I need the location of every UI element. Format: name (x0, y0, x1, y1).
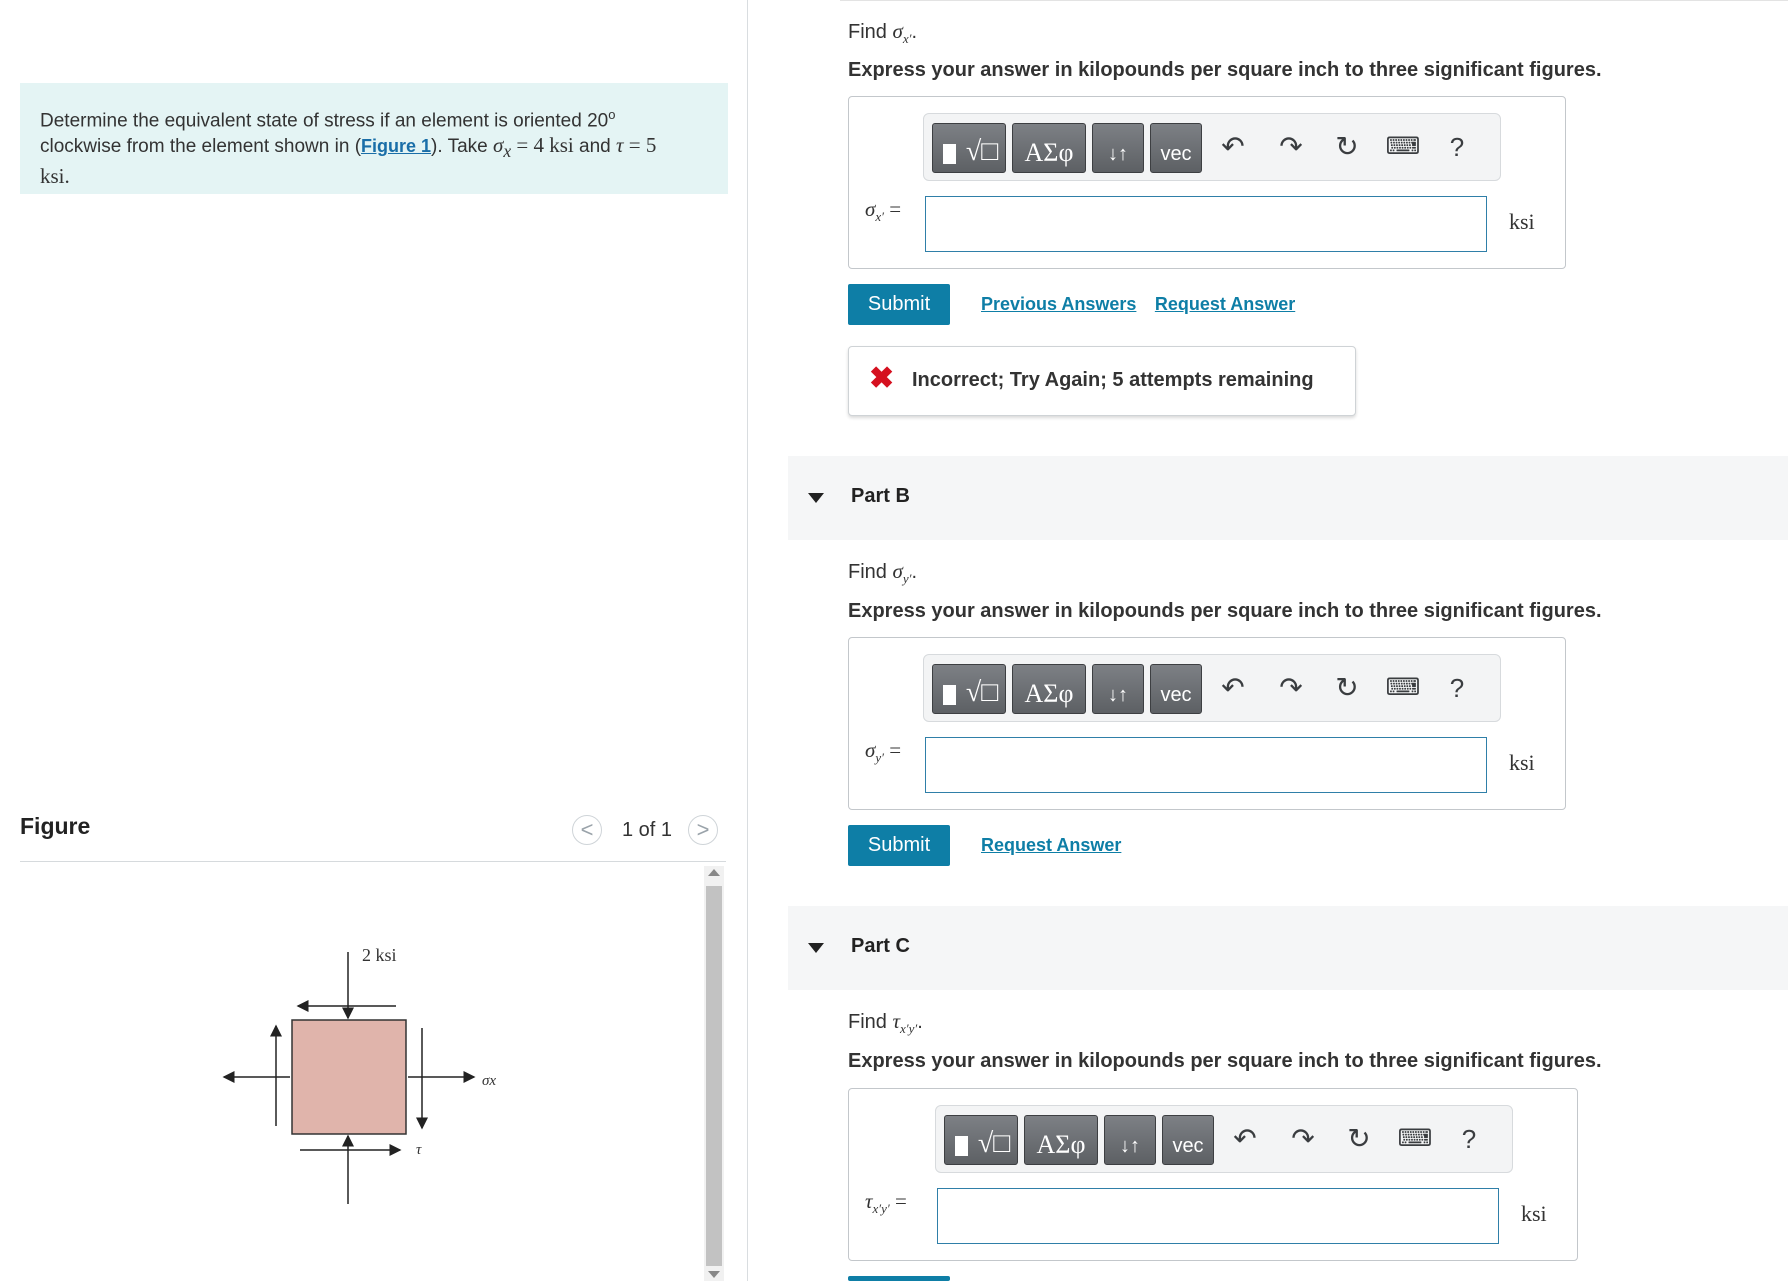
math-toolbar: √□ ΑΣφ ↓↑ vec ↶ ↷ ↻ ⌨ ? (935, 1105, 1513, 1173)
part-b-answer-input[interactable] (925, 737, 1487, 793)
part-a-prompt: Find σx′. (848, 19, 918, 47)
previous-figure-button[interactable]: < (572, 815, 602, 845)
part-b-answer-box: √□ ΑΣφ ↓↑ vec ↶ ↷ ↻ ⌨ ? σy′ = ksi (848, 637, 1566, 810)
sigma-x-value: σx = 4 ksi (493, 133, 574, 162)
part-c-prompt: Find τx′y′. (848, 1009, 923, 1037)
figure-title: Figure (20, 813, 91, 839)
part-b-header[interactable]: Part B (788, 456, 1788, 540)
undo-icon[interactable]: ↶ (1226, 1120, 1264, 1158)
help-icon[interactable]: ? (1438, 128, 1476, 166)
part-b-request-answer-link[interactable]: Request Answer (981, 835, 1121, 855)
part-c-submit-button[interactable] (848, 1276, 950, 1281)
pane-divider (747, 0, 748, 1281)
previous-answers-link[interactable]: Previous Answers (981, 294, 1136, 314)
scroll-down-icon[interactable] (708, 1271, 720, 1278)
scroll-up-icon[interactable] (708, 869, 720, 876)
symbols-button[interactable]: ΑΣφ (1024, 1115, 1098, 1165)
problem-text-3: ). Take (431, 136, 493, 158)
part-a-answer-box: √□ ΑΣφ ↓↑ vec ↶ ↷ ↻ ⌨ ? σx′ = ksi (848, 96, 1566, 269)
part-a-answer-input[interactable] (925, 196, 1487, 252)
problem-pane: Determine the equivalent state of stress… (0, 0, 748, 1281)
problem-statement: Determine the equivalent state of stress… (20, 83, 728, 194)
figure-counter: 1 of 1 (622, 818, 673, 841)
part-c-variable-label: τx′y′ = (865, 1189, 907, 1217)
templates-button[interactable]: √□ (932, 123, 1006, 173)
part-a-request-answer-link[interactable]: Request Answer (1155, 294, 1295, 314)
incorrect-icon: ✖ (869, 362, 895, 395)
reset-icon[interactable]: ↻ (1328, 128, 1366, 166)
help-icon[interactable]: ? (1450, 1120, 1488, 1158)
stress-element-figure: 2 ksi σx τ (222, 945, 496, 1204)
problem-text-1: Determine the equivalent state of stress… (40, 110, 609, 132)
part-c-unit: ksi (1521, 1201, 1547, 1226)
stress-element (291, 1019, 407, 1135)
arrows-button[interactable]: ↓↑ (1104, 1115, 1156, 1165)
undo-icon[interactable]: ↶ (1214, 669, 1252, 707)
help-icon[interactable]: ? (1438, 669, 1476, 707)
part-a-variable-label: σx′ = (865, 197, 902, 225)
undo-icon[interactable]: ↶ (1214, 128, 1252, 166)
part-b-title: Part B (851, 485, 910, 507)
label-2ksi: 2 ksi (362, 945, 397, 965)
part-c-title: Part C (851, 935, 910, 957)
redo-icon[interactable]: ↷ (1272, 669, 1310, 707)
math-toolbar: √□ ΑΣφ ↓↑ vec ↶ ↷ ↻ ⌨ ? (923, 654, 1501, 722)
part-a-submit-button[interactable]: Submit (848, 284, 950, 325)
part-b-links: Request Answer (981, 835, 1135, 856)
and-text: and (573, 136, 617, 158)
keyboard-icon[interactable]: ⌨ (1384, 128, 1422, 166)
part-c-answer-box: √□ ΑΣφ ↓↑ vec ↶ ↷ ↻ ⌨ ? τx′y′ = ksi (848, 1088, 1578, 1261)
vector-button[interactable]: vec (1162, 1115, 1214, 1165)
label-tau: τ (416, 1142, 422, 1158)
part-a-feedback: ✖ Incorrect; Try Again; 5 attempts remai… (848, 346, 1356, 416)
unit-text: ksi. (40, 163, 70, 188)
figure-divider (20, 861, 726, 862)
symbols-button[interactable]: ΑΣφ (1012, 123, 1086, 173)
figure-link[interactable]: Figure 1 (361, 136, 431, 156)
problem-text-2: clockwise from the element shown in ( (40, 136, 362, 158)
reset-icon[interactable]: ↻ (1340, 1120, 1378, 1158)
feedback-message: Incorrect; Try Again; 5 attempts remaini… (912, 369, 1314, 391)
part-b-submit-button[interactable]: Submit (848, 825, 950, 866)
part-b-instructions: Express your answer in kilopounds per sq… (848, 600, 1602, 622)
collapse-caret-icon[interactable] (808, 943, 824, 953)
keyboard-icon[interactable]: ⌨ (1384, 669, 1422, 707)
part-a-links: Previous Answers Request Answer (981, 294, 1309, 315)
figure-scrollbar[interactable] (704, 866, 724, 1281)
part-b-variable-label: σy′ = (865, 738, 902, 766)
part-b-unit: ksi (1509, 750, 1535, 775)
part-b-prompt: Find σy′. (848, 559, 918, 587)
redo-icon[interactable]: ↷ (1272, 128, 1310, 166)
redo-icon[interactable]: ↷ (1284, 1120, 1322, 1158)
keyboard-icon[interactable]: ⌨ (1396, 1120, 1434, 1158)
reset-icon[interactable]: ↻ (1328, 669, 1366, 707)
math-toolbar: √□ ΑΣφ ↓↑ vec ↶ ↷ ↻ ⌨ ? (923, 113, 1501, 181)
arrows-button[interactable]: ↓↑ (1092, 664, 1144, 714)
templates-button[interactable]: √□ (932, 664, 1006, 714)
part-a-unit: ksi (1509, 209, 1535, 234)
tau-value: τ = 5 (616, 133, 657, 158)
vector-button[interactable]: vec (1150, 664, 1202, 714)
collapse-caret-icon[interactable] (808, 493, 824, 503)
templates-button[interactable]: √□ (944, 1115, 1018, 1165)
vector-button[interactable]: vec (1150, 123, 1202, 173)
part-a-instructions: Express your answer in kilopounds per sq… (848, 59, 1602, 81)
part-c-answer-input[interactable] (937, 1188, 1499, 1244)
scroll-thumb[interactable] (706, 886, 722, 1266)
top-rule (840, 0, 1788, 1)
arrows-button[interactable]: ↓↑ (1092, 123, 1144, 173)
figure-nav: < 1 of 1 > (572, 813, 719, 847)
label-sigma-x: σx (482, 1073, 496, 1089)
part-c-header[interactable]: Part C (788, 906, 1788, 990)
part-c-instructions: Express your answer in kilopounds per sq… (848, 1050, 1602, 1072)
next-figure-button[interactable]: > (688, 815, 719, 845)
degree-symbol: o (608, 107, 616, 122)
symbols-button[interactable]: ΑΣφ (1012, 664, 1086, 714)
